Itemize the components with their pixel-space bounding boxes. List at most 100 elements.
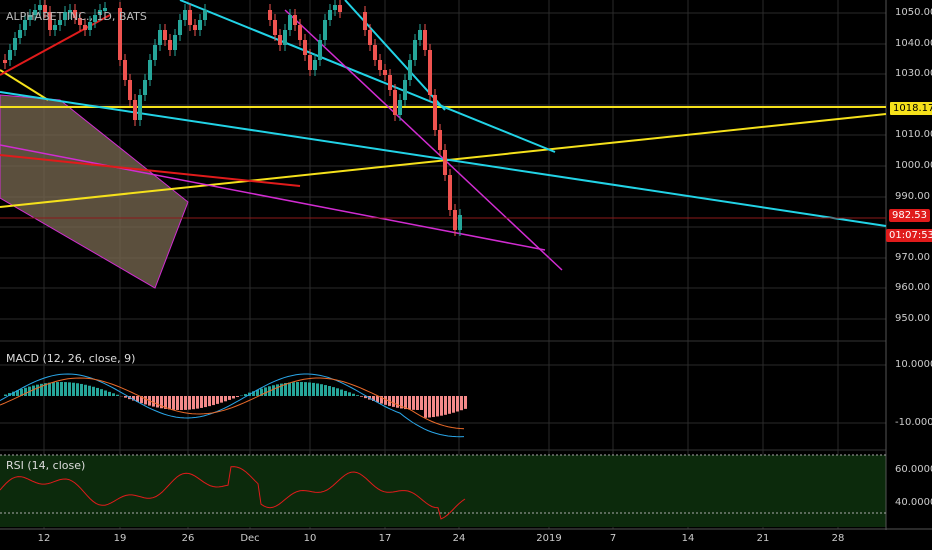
candle-body (13, 38, 17, 50)
candle-body (153, 45, 157, 60)
candle-body (338, 5, 342, 12)
macd-bar (340, 389, 343, 396)
candle-body (138, 95, 142, 120)
macd-bar (452, 396, 455, 413)
macd-bar (440, 396, 443, 416)
candle-body (408, 60, 412, 80)
candle-body (293, 15, 297, 25)
macd-bar (332, 387, 335, 396)
date-axis-label: 26 (181, 533, 195, 544)
macd-bar (112, 393, 115, 396)
macd-bar (96, 387, 99, 396)
candle-body (413, 40, 417, 60)
macd-bar (444, 396, 447, 415)
macd-bar (356, 395, 359, 396)
macd-bar (100, 389, 103, 396)
price-axis-label: 1000.00 (895, 160, 932, 171)
candle-body (333, 5, 337, 10)
macd-bar (460, 396, 463, 411)
countdown-tag: 01:07:53 (886, 229, 932, 242)
macd-bar (108, 391, 111, 396)
drawing-tools-layer[interactable] (0, 0, 887, 289)
macd-bar (88, 385, 91, 396)
last-price-tag: 982.53 (889, 209, 930, 222)
macd-bar (152, 396, 155, 407)
date-axis-label: 19 (113, 533, 127, 544)
candle-body (428, 50, 432, 95)
macd-bar (60, 382, 63, 396)
indicator-axis-label: 60.0000 (895, 464, 932, 475)
macd-bar (68, 382, 71, 396)
macd-bar (36, 384, 39, 396)
candle-body (403, 80, 407, 100)
candle-body (143, 80, 147, 95)
candle-body (283, 30, 287, 45)
candle-body (313, 60, 317, 70)
macd-bar (324, 385, 327, 396)
date-axis-label: 17 (378, 533, 392, 544)
macd-bar (208, 396, 211, 407)
price-axis-label: 1040.00 (895, 38, 932, 49)
macd-bar (352, 393, 355, 396)
macd-bar (416, 396, 419, 410)
candle-body (278, 35, 282, 45)
chart-canvas[interactable] (0, 0, 932, 550)
macd-bar (448, 396, 451, 414)
date-axis-label: 7 (609, 533, 617, 544)
candle-body (433, 95, 437, 130)
date-axis-label: 28 (831, 533, 845, 544)
candle-body (8, 50, 12, 60)
macd-bar (420, 396, 423, 410)
candle-body (133, 100, 137, 120)
candle-body (148, 60, 152, 80)
macd-bar (188, 396, 191, 410)
macd-bar (52, 382, 55, 396)
macd-bar (92, 386, 95, 396)
price-axis-label: 1030.00 (895, 68, 932, 79)
candle-body (198, 20, 202, 30)
macd-bar (328, 386, 331, 396)
macd-bar (436, 396, 439, 417)
candle-body (168, 40, 172, 50)
macd-bar (272, 385, 275, 396)
candle-body (368, 30, 372, 45)
macd-bar (292, 382, 295, 396)
candle-body (328, 10, 332, 20)
price-axis-label: 1010.00 (895, 129, 932, 140)
cyan-trendline (179, 0, 556, 153)
candle-body (3, 60, 7, 63)
indicator-axis-label: 40.0000 (895, 497, 932, 508)
macd-bar (124, 396, 127, 398)
macd-bar (220, 396, 223, 403)
symbol-title: ALPHABET INC., 1D, BATS (6, 10, 147, 23)
indicator-axis-label: -10.0000 (895, 417, 932, 428)
candle-body (363, 12, 367, 30)
macd-bar (336, 388, 339, 396)
candle-body (183, 10, 187, 20)
macd-bar (204, 396, 207, 408)
macd-bar (116, 394, 119, 396)
macd-bar (32, 385, 35, 396)
macd-bar (428, 396, 431, 418)
candle-body (373, 45, 377, 60)
rsi-label: RSI (14, close) (6, 459, 86, 472)
candle-body (378, 60, 382, 70)
candle-body (388, 75, 392, 90)
candle-body (193, 25, 197, 30)
candle-body (158, 30, 162, 45)
candle-body (308, 55, 312, 70)
candle-body (203, 10, 207, 20)
candle-body (128, 80, 132, 100)
macd-bar (156, 396, 159, 408)
macd-bar (464, 396, 467, 409)
candle-body (288, 15, 292, 30)
macd-bar (180, 396, 183, 410)
macd-bar (196, 396, 199, 409)
candle-body (303, 40, 307, 55)
macd-bar (76, 383, 79, 396)
macd-bar (456, 396, 459, 412)
macd-bar (144, 396, 147, 405)
date-axis-label: 10 (303, 533, 317, 544)
candle-body (123, 60, 127, 80)
candle-body (273, 20, 277, 35)
